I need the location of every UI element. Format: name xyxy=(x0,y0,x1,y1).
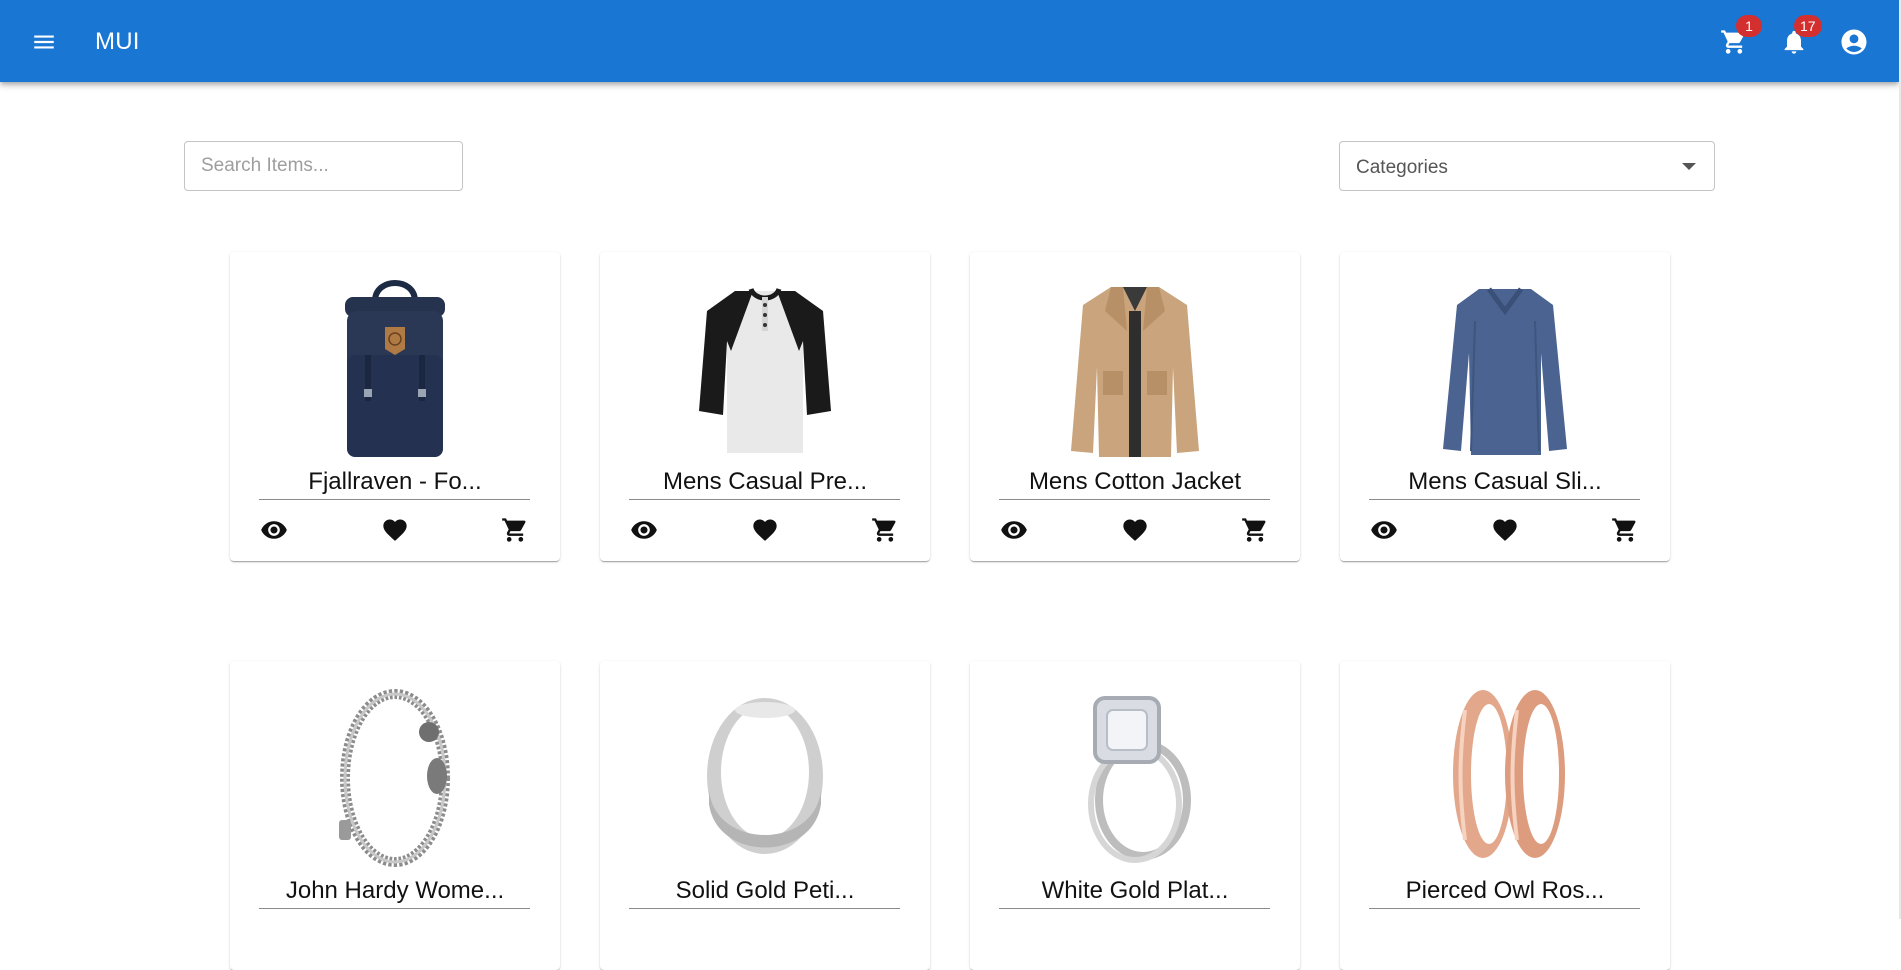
product-card[interactable]: Mens Cotton Jacket xyxy=(970,252,1300,561)
account-circle-icon xyxy=(1841,29,1867,55)
product-title[interactable]: Fjallraven - Fo... xyxy=(230,468,560,496)
add-to-cart-button[interactable] xyxy=(865,513,905,547)
product-title[interactable]: Solid Gold Peti... xyxy=(600,877,930,905)
notifications-button[interactable]: 17 xyxy=(1774,15,1822,62)
cart-button[interactable]: 1 xyxy=(1714,15,1762,62)
product-card[interactable]: White Gold Plat... xyxy=(970,661,1300,970)
cart-icon xyxy=(1242,518,1266,542)
product-title[interactable]: Mens Casual Sli... xyxy=(1340,468,1670,496)
eye-icon xyxy=(1371,521,1397,539)
categories-select-value: Categories xyxy=(1356,157,1448,178)
product-card[interactable]: John Hardy Wome... xyxy=(230,661,560,970)
categories-select[interactable]: Categories xyxy=(1339,141,1715,191)
arrow-drop-down-icon xyxy=(1682,163,1696,170)
favorite-button[interactable] xyxy=(745,513,785,547)
product-card[interactable]: Mens Casual Pre... xyxy=(600,252,930,561)
cart-count-badge: 1 xyxy=(1736,15,1762,37)
divider xyxy=(999,908,1270,909)
cart-icon xyxy=(872,518,896,542)
favorite-button[interactable] xyxy=(1115,513,1155,547)
product-title[interactable]: White Gold Plat... xyxy=(970,877,1300,905)
divider xyxy=(1369,908,1640,909)
divider xyxy=(259,908,530,909)
view-button[interactable] xyxy=(994,513,1034,547)
cart-icon xyxy=(1612,518,1636,542)
product-image-diamond-ring[interactable] xyxy=(1065,680,1205,870)
product-image-rose-gold-plugs[interactable] xyxy=(1435,680,1575,870)
app-title: MUI xyxy=(95,28,140,55)
add-to-cart-button[interactable] xyxy=(495,513,535,547)
product-image-chain-bracelet[interactable] xyxy=(325,680,465,870)
divider xyxy=(1369,499,1640,500)
eye-icon xyxy=(1001,521,1027,539)
divider xyxy=(629,499,900,500)
favorite-button[interactable] xyxy=(1485,513,1525,547)
product-title[interactable]: Mens Casual Pre... xyxy=(600,468,930,496)
menu-icon xyxy=(34,35,54,49)
product-image-khaki-jacket[interactable] xyxy=(1065,271,1205,461)
cart-icon xyxy=(502,518,526,542)
product-card[interactable]: Pierced Owl Ros... xyxy=(1340,661,1670,970)
product-title[interactable]: Mens Cotton Jacket xyxy=(970,468,1300,496)
heart-icon xyxy=(1493,519,1517,541)
add-to-cart-button[interactable] xyxy=(1235,513,1275,547)
search-input[interactable] xyxy=(185,142,462,190)
product-image-backpack[interactable] xyxy=(325,271,465,461)
product-card[interactable]: Solid Gold Peti... xyxy=(600,661,930,970)
divider xyxy=(629,908,900,909)
account-button[interactable] xyxy=(1834,22,1874,62)
view-button[interactable] xyxy=(624,513,664,547)
view-button[interactable] xyxy=(1364,513,1404,547)
notifications-count-badge: 17 xyxy=(1794,15,1822,37)
search-field[interactable] xyxy=(184,141,463,191)
menu-button[interactable] xyxy=(24,22,64,62)
product-title[interactable]: John Hardy Wome... xyxy=(230,877,560,905)
product-image-raglan-tee[interactable] xyxy=(695,271,835,461)
eye-icon xyxy=(261,521,287,539)
product-image-silver-ring[interactable] xyxy=(695,680,835,870)
favorite-button[interactable] xyxy=(375,513,415,547)
divider xyxy=(259,499,530,500)
heart-icon xyxy=(753,519,777,541)
view-button[interactable] xyxy=(254,513,294,547)
divider xyxy=(999,499,1270,500)
product-card[interactable]: Mens Casual Sli... xyxy=(1340,252,1670,561)
app-bar: MUI 1 17 xyxy=(0,0,1899,82)
product-title[interactable]: Pierced Owl Ros... xyxy=(1340,877,1670,905)
heart-icon xyxy=(1123,519,1147,541)
eye-icon xyxy=(631,521,657,539)
add-to-cart-button[interactable] xyxy=(1605,513,1645,547)
heart-icon xyxy=(383,519,407,541)
product-image-blue-longsleeve[interactable] xyxy=(1435,271,1575,461)
product-card[interactable]: Fjallraven - Fo... xyxy=(230,252,560,561)
